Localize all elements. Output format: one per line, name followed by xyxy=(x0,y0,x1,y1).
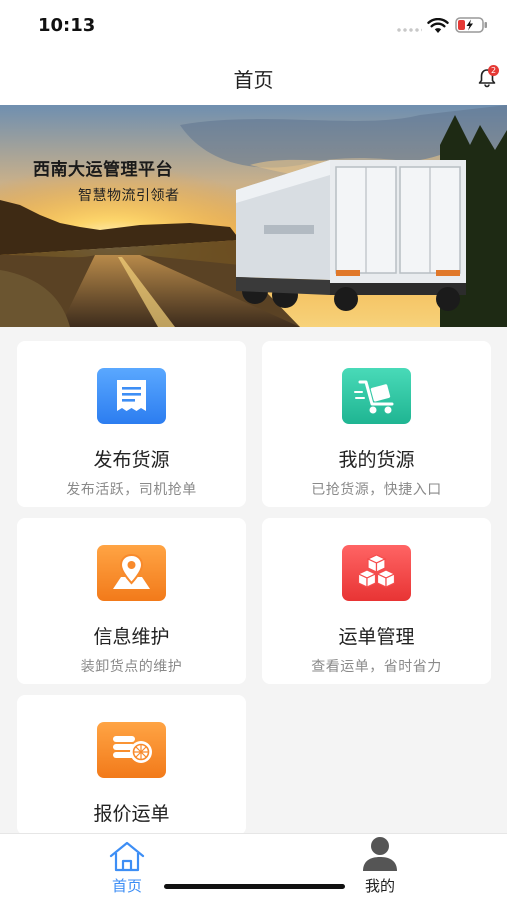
publish-cargo-card[interactable]: 发布货源 发布活跃，司机抢单 xyxy=(17,341,246,507)
tab-mine[interactable]: 我的 xyxy=(320,834,440,900)
document-icon xyxy=(97,368,166,424)
quote-waybill-card[interactable]: 报价运单 xyxy=(17,695,246,835)
card-title: 报价运单 xyxy=(93,803,170,825)
signal-dots-icon xyxy=(396,28,422,32)
home-icon xyxy=(109,841,145,872)
wifi-icon xyxy=(427,18,449,33)
nav-bar: 首页 xyxy=(0,50,507,105)
tab-bar: 首页 我的 xyxy=(0,833,507,900)
card-subtitle: 发布活跃，司机抢单 xyxy=(66,482,197,498)
battery-charging-icon xyxy=(455,17,487,33)
card-subtitle: 装卸货点的维护 xyxy=(80,659,183,675)
tab-home[interactable]: 首页 xyxy=(67,834,187,900)
status-bar: 10:13 xyxy=(0,0,507,50)
banner-image[interactable]: 西南大运管理平台 智慧物流引领者 xyxy=(0,105,507,327)
card-title: 信息维护 xyxy=(93,626,170,648)
card-title: 运单管理 xyxy=(338,626,415,648)
card-title: 发布货源 xyxy=(93,449,170,471)
hand-truck-icon xyxy=(342,368,411,424)
banner-subtitle: 智慧物流引领者 xyxy=(78,188,180,204)
waybill-management-card[interactable]: 运单管理 查看运单，省时省力 xyxy=(262,518,491,684)
home-indicator xyxy=(164,884,345,889)
status-time: 10:13 xyxy=(38,15,96,36)
card-title: 我的货源 xyxy=(338,449,415,471)
my-cargo-card[interactable]: 我的货源 已抢货源，快捷入口 xyxy=(262,341,491,507)
info-maintenance-card[interactable]: 信息维护 装卸货点的维护 xyxy=(17,518,246,684)
map-pin-icon xyxy=(97,545,166,601)
card-subtitle: 查看运单，省时省力 xyxy=(311,659,442,675)
card-subtitle: 已抢货源，快捷入口 xyxy=(311,482,442,498)
sunset-truck-illustration xyxy=(0,105,507,327)
page-title: 首页 xyxy=(233,68,274,92)
cubes-icon xyxy=(342,545,411,601)
user-icon xyxy=(363,837,397,871)
banner-title: 西南大运管理平台 xyxy=(33,160,173,180)
coins-icon xyxy=(97,722,166,778)
notification-badge: 2 xyxy=(488,65,499,76)
